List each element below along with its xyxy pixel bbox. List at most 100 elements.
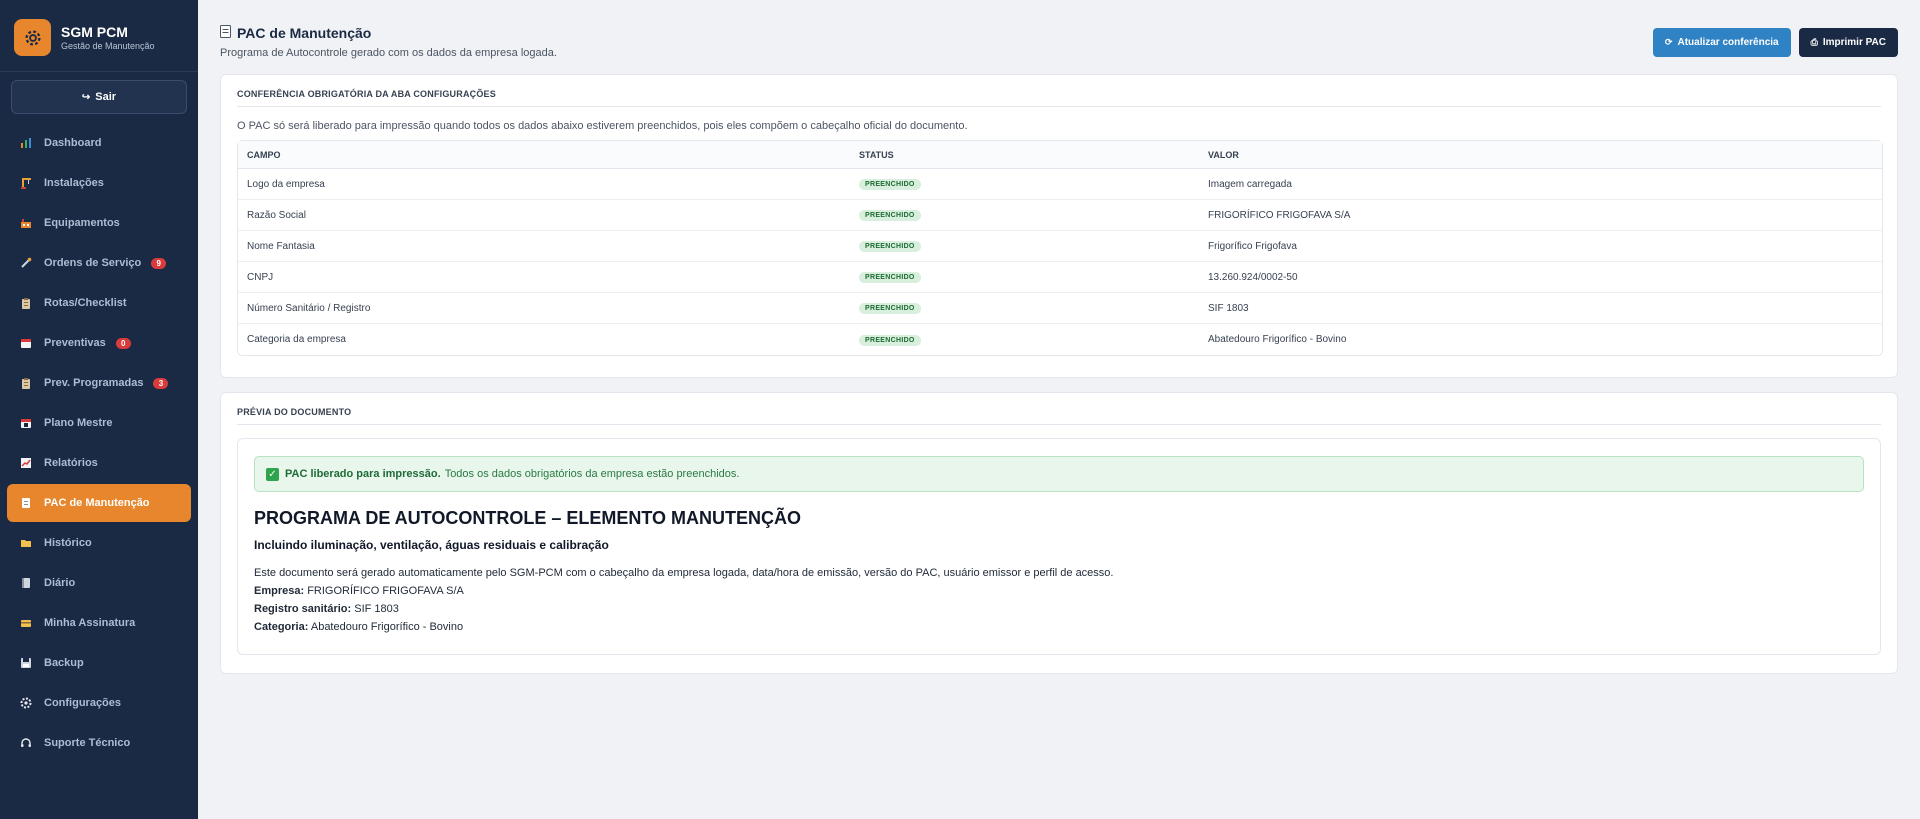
status-cell: PREENCHIDO — [850, 293, 1199, 324]
company-label: Empresa: — [254, 585, 305, 597]
sidebar-item-label: Dashboard — [44, 137, 102, 149]
refresh-check-label: Atualizar conferência — [1677, 37, 1779, 48]
column-header: CAMPO — [238, 141, 850, 169]
field-cell: Logo da empresa — [238, 169, 850, 200]
checkmark-icon: ✓ — [266, 467, 279, 481]
value-cell: 13.260.924/0002-50 — [1199, 262, 1882, 293]
document-icon — [19, 496, 33, 510]
sidebar-item-suporte-tecnico[interactable]: Suporte Técnico — [7, 724, 191, 762]
field-cell: CNPJ — [238, 262, 850, 293]
preview-card: PRÉVIA DO DOCUMENTO ✓ PAC liberado para … — [220, 392, 1898, 674]
sidebar-item-prev-programadas[interactable]: Prev. Programadas 3 — [7, 364, 191, 402]
main-content: PAC de Manutenção Programa de Autocontro… — [198, 0, 1920, 819]
status-badge: PREENCHIDO — [859, 241, 921, 252]
factory-icon — [19, 216, 33, 230]
sidebar-item-rotas-checklist[interactable]: Rotas/Checklist — [7, 284, 191, 322]
logout-button[interactable]: ↪ Sair — [11, 80, 187, 114]
sidebar-item-configuracoes[interactable]: Configurações — [7, 684, 191, 722]
table-row: CNPJ PREENCHIDO 13.260.924/0002-50 — [238, 262, 1882, 293]
check-card: CONFERÊNCIA OBRIGATÓRIA DA ABA CONFIGURA… — [220, 74, 1898, 378]
page-title: PAC de Manutenção — [220, 25, 557, 41]
sidebar-item-pac-manutencao[interactable]: PAC de Manutenção — [7, 484, 191, 522]
brand-title: SGM PCM — [61, 23, 128, 40]
alert-strong-text: PAC liberado para impressão. — [285, 468, 441, 480]
alert-text: Todos os dados obrigatórios da empresa e… — [444, 468, 740, 480]
status-badge: PREENCHIDO — [859, 179, 921, 190]
sidebar-item-equipamentos[interactable]: Equipamentos — [7, 204, 191, 242]
field-cell: Nome Fantasia — [238, 231, 850, 262]
field-cell: Categoria da empresa — [247, 334, 346, 345]
sidebar-item-label: PAC de Manutenção — [44, 497, 150, 509]
company-line: Empresa: FRIGORÍFICO FRIGOFAVA S/A — [254, 582, 1864, 600]
sidebar-item-dashboard[interactable]: Dashboard — [7, 124, 191, 162]
status-cell: PREENCHIDO — [850, 231, 1199, 262]
sidebar-item-label: Rotas/Checklist — [44, 297, 127, 309]
sidebar-item-instalacoes[interactable]: Instalações — [7, 164, 191, 202]
sidebar-item-backup[interactable]: Backup — [7, 644, 191, 682]
clipboard-icon — [19, 296, 33, 310]
refresh-icon: ⟳ — [1664, 37, 1673, 47]
brand-subtitle: Gestão de Manutenção — [61, 40, 155, 51]
sidebar-item-ordens-servico[interactable]: Ordens de Serviço 9 — [7, 244, 191, 282]
registry-line: Registro sanitário: SIF 1803 — [254, 600, 1864, 618]
category-value: Abatedouro Frigorífico - Bovino — [310, 621, 464, 633]
card-icon — [19, 616, 33, 630]
sidebar-item-label: Backup — [44, 657, 84, 669]
sidebar-nav: Dashboard Instalações Equipamentos Orden… — [0, 124, 198, 762]
value-cell: Imagem carregada — [1199, 169, 1882, 200]
category-line: Categoria: Abatedouro Frigorífico - Bovi… — [254, 618, 1864, 636]
header-actions: ⟳ Atualizar conferência ⎙ Imprimir PAC — [1645, 28, 1898, 57]
sidebar-item-relatorios[interactable]: Relatórios — [7, 444, 191, 482]
trend-icon — [19, 456, 33, 470]
logout-icon: ↪ — [81, 91, 91, 103]
status-badge: PREENCHIDO — [859, 272, 921, 283]
page-title-text: PAC de Manutenção — [237, 25, 372, 41]
status-badge: PREENCHIDO — [859, 334, 921, 346]
table-row: Nome Fantasia PREENCHIDO Frigorífico Fri… — [238, 231, 1882, 262]
brand: SGM PCM Gestão de Manutenção — [0, 0, 198, 72]
sidebar-item-label: Minha Assinatura — [44, 617, 136, 629]
company-value: FRIGORÍFICO FRIGOFAVA S/A — [307, 585, 464, 597]
print-pac-label: Imprimir PAC — [1822, 37, 1886, 48]
table-row: Razão Social PREENCHIDO FRIGORÍFICO FRIG… — [238, 200, 1882, 231]
sidebar-item-diario[interactable]: Diário — [7, 564, 191, 602]
field-cell: Número Sanitário / Registro — [238, 293, 850, 324]
document-preview: ✓ PAC liberado para impressão. Todos os … — [237, 438, 1881, 655]
check-table: CAMPO STATUS VALOR Logo da empresa PREEN… — [237, 140, 1883, 356]
sidebar-item-label: Equipamentos — [44, 217, 120, 229]
check-card-description: O PAC só será liberado para impressão qu… — [237, 120, 968, 132]
status-cell: PREENCHIDO — [850, 262, 1199, 293]
printer-icon: ⎙ — [1810, 37, 1818, 47]
sidebar-item-plano-mestre[interactable]: Plano Mestre — [7, 404, 191, 442]
table-row: Logo da empresa PREENCHIDO Imagem carreg… — [238, 169, 1882, 200]
registry-value: SIF 1803 — [354, 603, 399, 615]
sidebar-item-label: Histórico — [44, 537, 92, 549]
table-row: Número Sanitário / Registro PREENCHIDO S… — [238, 293, 1882, 324]
folder-icon — [19, 536, 33, 550]
sidebar-item-label: Prev. Programadas — [44, 377, 144, 389]
sidebar-item-label: Suporte Técnico — [44, 737, 131, 749]
sidebar-item-label: Ordens de Serviço — [44, 257, 142, 269]
count-badge: 9 — [151, 257, 167, 269]
headset-icon — [19, 736, 33, 750]
refresh-check-button[interactable]: ⟳ Atualizar conferência — [1652, 28, 1791, 57]
registry-label: Registro sanitário: — [254, 603, 352, 615]
sidebar-item-preventivas[interactable]: Preventivas 0 — [7, 324, 191, 362]
gear-logo-icon — [14, 19, 51, 56]
page-subtitle: Programa de Autocontrole gerado com os d… — [220, 47, 557, 59]
document-title: PROGRAMA DE AUTOCONTROLE – ELEMENTO MANU… — [254, 508, 802, 528]
status-cell: PREENCHIDO — [850, 169, 1199, 200]
print-pac-button[interactable]: ⎙ Imprimir PAC — [1798, 28, 1898, 57]
sidebar-item-minha-assinatura[interactable]: Minha Assinatura — [7, 604, 191, 642]
sidebar-item-label: Preventivas — [44, 337, 106, 349]
count-badge: 3 — [153, 377, 169, 389]
save-icon — [19, 656, 33, 670]
status-cell: PREENCHIDO — [850, 324, 1199, 355]
document-icon — [220, 25, 231, 41]
wrench-icon — [19, 256, 33, 270]
column-header: STATUS — [850, 141, 1199, 169]
table-row: Categoria da empresa PREENCHIDO Abatedou… — [238, 324, 1882, 355]
sidebar-item-historico[interactable]: Histórico — [7, 524, 191, 562]
status-cell: PREENCHIDO — [850, 200, 1199, 231]
value-cell: Frigorífico Frigofava — [1199, 231, 1882, 262]
